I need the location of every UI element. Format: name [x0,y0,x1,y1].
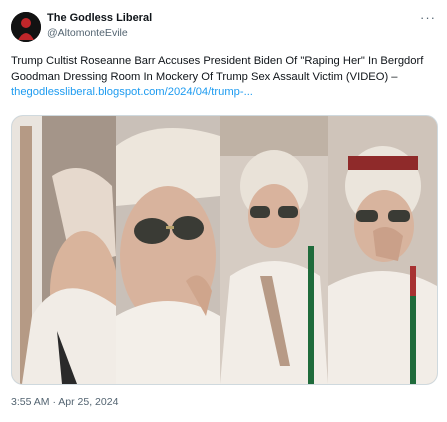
video-frame-1 [12,116,116,384]
avatar[interactable] [11,12,41,42]
tweet-link[interactable]: thegodlessliberal.blogspot.com/2024/04/t… [11,86,253,98]
tweet-text: Trump Cultist Roseanne Barr Accuses Pres… [11,54,439,101]
video-frame-4 [328,116,437,384]
video-frame-2 [116,116,220,384]
author-handle[interactable]: @AltomonteEvile [47,27,128,39]
tweet-timestamp[interactable]: 3:55 AM · Apr 25, 2024 [11,396,118,408]
tweet-text-content: Trump Cultist Roseanne Barr Accuses Pres… [11,55,424,83]
more-options-icon[interactable]: ··· [420,10,436,25]
tweet-card: The Godless Liberal @AltomonteEvile ··· … [0,0,447,422]
video-frame-3 [220,116,328,384]
author-display-name[interactable]: The Godless Liberal [47,12,152,24]
tweet-media[interactable] [11,115,438,385]
